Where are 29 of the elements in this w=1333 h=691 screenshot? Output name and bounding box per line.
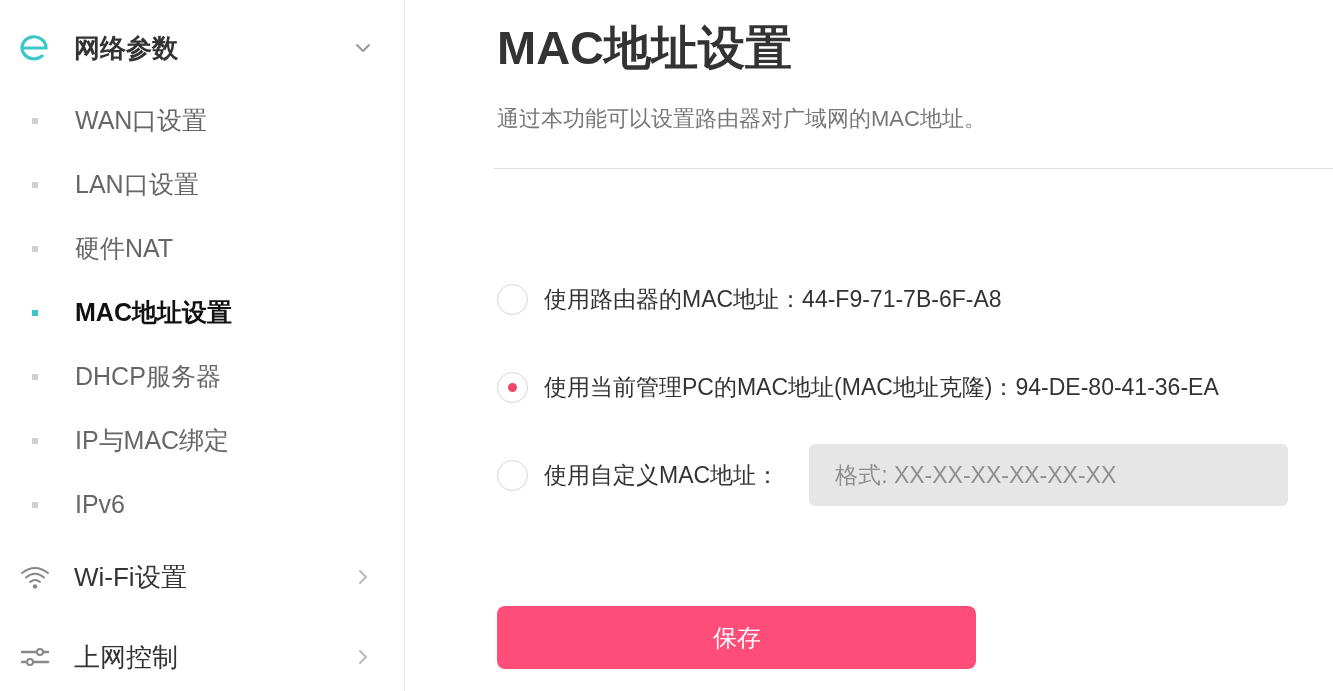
bullet-icon [32, 502, 38, 508]
page-title: MAC地址设置 [497, 20, 794, 76]
option-label: 使用自定义MAC地址： [544, 460, 780, 490]
save-button[interactable]: 保存 [497, 606, 976, 669]
radio-button[interactable] [497, 371, 528, 403]
bullet-icon [32, 310, 38, 316]
nav-link[interactable]: DHCP服务器 [75, 358, 221, 396]
radio-button[interactable] [497, 283, 528, 315]
nav-link[interactable]: MAC地址设置 [75, 294, 232, 332]
logo-icon [20, 35, 50, 61]
page-description: 通过本功能可以设置路由器对广域网的MAC地址。 [497, 105, 987, 133]
option-label: 使用路由器的MAC地址：44-F9-71-7B-6F-A8 [544, 284, 1002, 314]
nav-group-link[interactable]: 上网控制 [74, 637, 178, 677]
nav-link[interactable]: WAN口设置 [75, 102, 208, 140]
radio-button[interactable] [497, 459, 528, 491]
nav-link[interactable]: IP与MAC绑定 [75, 422, 230, 460]
bullet-icon [32, 246, 38, 252]
nav-group-link[interactable]: Wi-Fi设置 [74, 557, 187, 597]
bullet-icon [32, 182, 38, 188]
sliders-icon [20, 645, 50, 669]
option-label: 使用当前管理PC的MAC地址(MAC地址克隆)：94-DE-80-41-36-EA [544, 372, 1219, 402]
nav-link[interactable]: 硬件NAT [75, 230, 174, 268]
bullet-icon [32, 438, 38, 444]
nav-link[interactable]: LAN口设置 [75, 166, 199, 204]
bullet-icon [32, 374, 38, 380]
nav-link[interactable]: IPv6 [75, 486, 126, 524]
nav-group-link[interactable]: 网络参数 [74, 28, 178, 68]
wifi-icon [20, 565, 50, 589]
bullet-icon [32, 118, 38, 124]
